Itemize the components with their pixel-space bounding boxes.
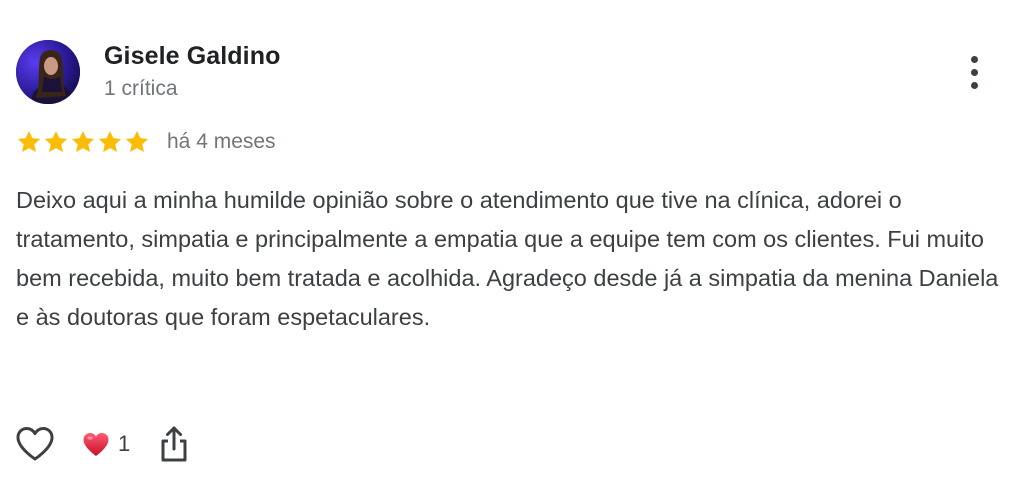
star-icon xyxy=(71,130,95,152)
review-text: Deixo aqui a minha humilde opinião sobre… xyxy=(16,187,999,330)
more-vert-icon-dot xyxy=(970,68,978,76)
star-rating xyxy=(16,129,150,155)
author-review-count[interactable]: 1 crítica xyxy=(104,75,178,103)
star-icon xyxy=(17,130,41,152)
avatar[interactable] xyxy=(16,40,80,104)
reaction-count: 1 xyxy=(118,431,131,456)
star-icon xyxy=(44,130,68,152)
star-icon xyxy=(125,130,149,152)
review-date: há 4 meses xyxy=(167,130,276,153)
author-name[interactable]: Gisele Galdino xyxy=(104,41,280,71)
reaction-summary[interactable]: 1 xyxy=(82,431,130,457)
review-actions: 1 xyxy=(16,422,190,466)
star-icon xyxy=(98,130,122,152)
rating-row: há 4 meses xyxy=(16,128,276,156)
avatar-image xyxy=(16,40,80,104)
share-button[interactable] xyxy=(158,422,190,466)
like-button[interactable] xyxy=(14,423,56,465)
share-icon xyxy=(161,426,187,462)
more-vert-icon xyxy=(970,55,978,63)
heart-outline-icon xyxy=(16,427,54,461)
red-heart-icon xyxy=(83,432,109,456)
more-options-button[interactable] xyxy=(956,50,992,94)
more-vert-icon-dot xyxy=(970,81,978,89)
review-card: Gisele Galdino 1 crítica há 4 meses Deix… xyxy=(0,0,1020,490)
